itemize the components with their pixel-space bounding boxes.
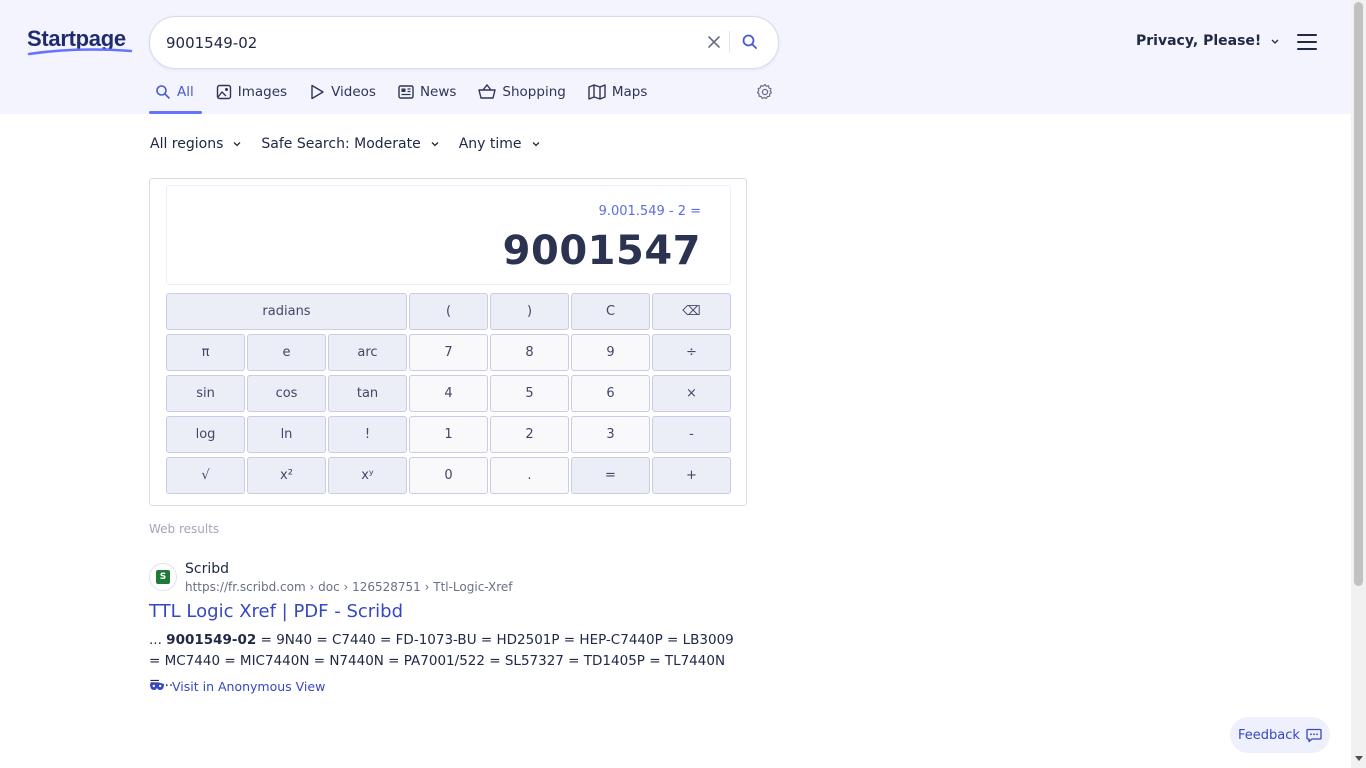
- tab-videos-label: Videos: [331, 84, 376, 100]
- mask-icon: [150, 682, 164, 690]
- calc-key-sqrt[interactable]: √: [166, 457, 245, 494]
- tab-images[interactable]: Images: [210, 80, 293, 104]
- gear-icon[interactable]: [756, 83, 774, 101]
- feedback-button[interactable]: Feedback: [1230, 717, 1330, 753]
- calculator-result: 9001547: [502, 228, 701, 274]
- result-url: https://fr.scribd.com › doc › 126528751 …: [185, 580, 513, 594]
- chevron-down-icon: [1271, 39, 1279, 44]
- search-tabs: All Images Videos News Shopping Maps: [149, 80, 663, 114]
- calc-key-3[interactable]: 3: [571, 416, 650, 453]
- calc-key-divide[interactable]: ÷: [652, 334, 731, 371]
- result-title-link[interactable]: TTL Logic Xref | PDF - Scribd: [149, 601, 403, 622]
- calc-key-close-paren[interactable]: ): [490, 293, 569, 330]
- calc-key-minus[interactable]: -: [652, 416, 731, 453]
- calc-key-clear[interactable]: C: [571, 293, 650, 330]
- filters-bar: All regions Safe Search: Moderate Any ti…: [150, 136, 542, 152]
- snippet-prefix: ...: [149, 632, 167, 648]
- calc-key-9[interactable]: 9: [571, 334, 650, 371]
- calc-key-power[interactable]: xʸ: [328, 457, 407, 494]
- chevron-down-icon: [233, 142, 241, 147]
- basket-icon: [478, 84, 497, 99]
- calc-key-equals[interactable]: =: [571, 457, 650, 494]
- calculator-widget: 9.001.549 - 2 = 9001547 radians ( ) C ⌫ …: [149, 178, 747, 506]
- calc-key-decimal[interactable]: .: [490, 457, 569, 494]
- calculator-display: 9.001.549 - 2 = 9001547: [166, 185, 731, 285]
- chevron-down-icon: [532, 142, 539, 147]
- calc-key-ln[interactable]: ln: [247, 416, 326, 453]
- chevron-down-icon: [431, 142, 439, 147]
- map-icon: [588, 84, 606, 100]
- calc-key-5[interactable]: 5: [490, 375, 569, 412]
- calc-key-4[interactable]: 4: [409, 375, 488, 412]
- safe-search-label: Safe Search: Moderate: [261, 136, 421, 152]
- play-icon: [311, 84, 324, 100]
- calc-key-8[interactable]: 8: [490, 334, 569, 371]
- scrollbar-thumb[interactable]: [1354, 2, 1363, 586]
- calc-key-2[interactable]: 2: [490, 416, 569, 453]
- feedback-label: Feedback: [1238, 727, 1300, 743]
- calc-key-multiply[interactable]: ×: [652, 375, 731, 412]
- calc-key-backspace[interactable]: ⌫: [652, 293, 731, 330]
- calc-key-e[interactable]: e: [247, 334, 326, 371]
- calc-key-log[interactable]: log: [166, 416, 245, 453]
- site-favicon: S: [149, 563, 177, 591]
- startpage-logo[interactable]: Startpage: [27, 26, 135, 56]
- anonymous-view-label: Visit in Anonymous View: [172, 679, 326, 694]
- tab-shopping[interactable]: Shopping: [472, 80, 571, 104]
- vertical-scrollbar[interactable]: [1351, 0, 1366, 768]
- calc-key-sin[interactable]: sin: [166, 375, 245, 412]
- calc-key-square[interactable]: x²: [247, 457, 326, 494]
- image-icon: [216, 84, 231, 100]
- calculator-expression: 9.001.549 - 2 =: [598, 204, 701, 219]
- calc-key-arc[interactable]: arc: [328, 334, 407, 371]
- time-label: Any time: [458, 136, 522, 152]
- hamburger-menu-icon[interactable]: [1297, 34, 1317, 50]
- tab-maps-label: Maps: [611, 84, 648, 100]
- calc-key-pi[interactable]: π: [166, 334, 245, 371]
- region-filter[interactable]: All regions: [150, 136, 243, 152]
- anonymous-view-link[interactable]: Visit in Anonymous View: [149, 679, 325, 694]
- calc-key-radians[interactable]: radians: [166, 293, 407, 330]
- news-icon: [398, 85, 414, 99]
- calc-key-1[interactable]: 1: [409, 416, 488, 453]
- safe-search-filter[interactable]: Safe Search: Moderate: [261, 136, 440, 152]
- region-label: All regions: [150, 136, 224, 152]
- chat-bubble-icon: [1306, 728, 1322, 742]
- tab-shopping-label: Shopping: [502, 84, 566, 100]
- scroll-down-arrow-icon[interactable]: [1355, 756, 1363, 761]
- tab-images-label: Images: [237, 84, 288, 100]
- search-divider: [729, 31, 730, 53]
- calc-key-7[interactable]: 7: [409, 334, 488, 371]
- calc-key-tan[interactable]: tan: [328, 375, 407, 412]
- search-icon[interactable]: [741, 33, 759, 51]
- tab-videos[interactable]: Videos: [303, 80, 382, 104]
- scribd-logo-icon: S: [156, 570, 170, 584]
- search-icon: [156, 85, 170, 99]
- tab-all-label: All: [177, 84, 194, 100]
- calc-key-0[interactable]: 0: [409, 457, 488, 494]
- search-input[interactable]: [166, 31, 686, 55]
- web-results-label: Web results: [149, 522, 220, 536]
- search-box: [149, 16, 779, 69]
- calc-key-6[interactable]: 6: [571, 375, 650, 412]
- calculator-keypad: radians ( ) C ⌫ π e arc 7 8 9 ÷ sin cos …: [166, 293, 732, 494]
- calc-key-factorial[interactable]: !: [328, 416, 407, 453]
- tab-all[interactable]: All: [149, 80, 200, 104]
- snippet-highlight: 9001549-02: [166, 632, 257, 648]
- calc-key-cos[interactable]: cos: [247, 375, 326, 412]
- calc-key-open-paren[interactable]: (: [409, 293, 488, 330]
- time-filter[interactable]: Any time: [459, 136, 542, 152]
- calc-key-plus[interactable]: +: [652, 457, 731, 494]
- privacy-label: Privacy, Please!: [1136, 33, 1262, 49]
- privacy-menu[interactable]: Privacy, Please!: [1136, 33, 1281, 49]
- logo-swoosh-icon: [27, 48, 133, 56]
- tab-news[interactable]: News: [392, 80, 462, 104]
- active-tab-indicator: [149, 111, 202, 114]
- close-icon[interactable]: [706, 34, 722, 50]
- tab-maps[interactable]: Maps: [582, 80, 654, 104]
- result-site-name: Scribd: [185, 561, 230, 577]
- tab-news-label: News: [419, 84, 457, 100]
